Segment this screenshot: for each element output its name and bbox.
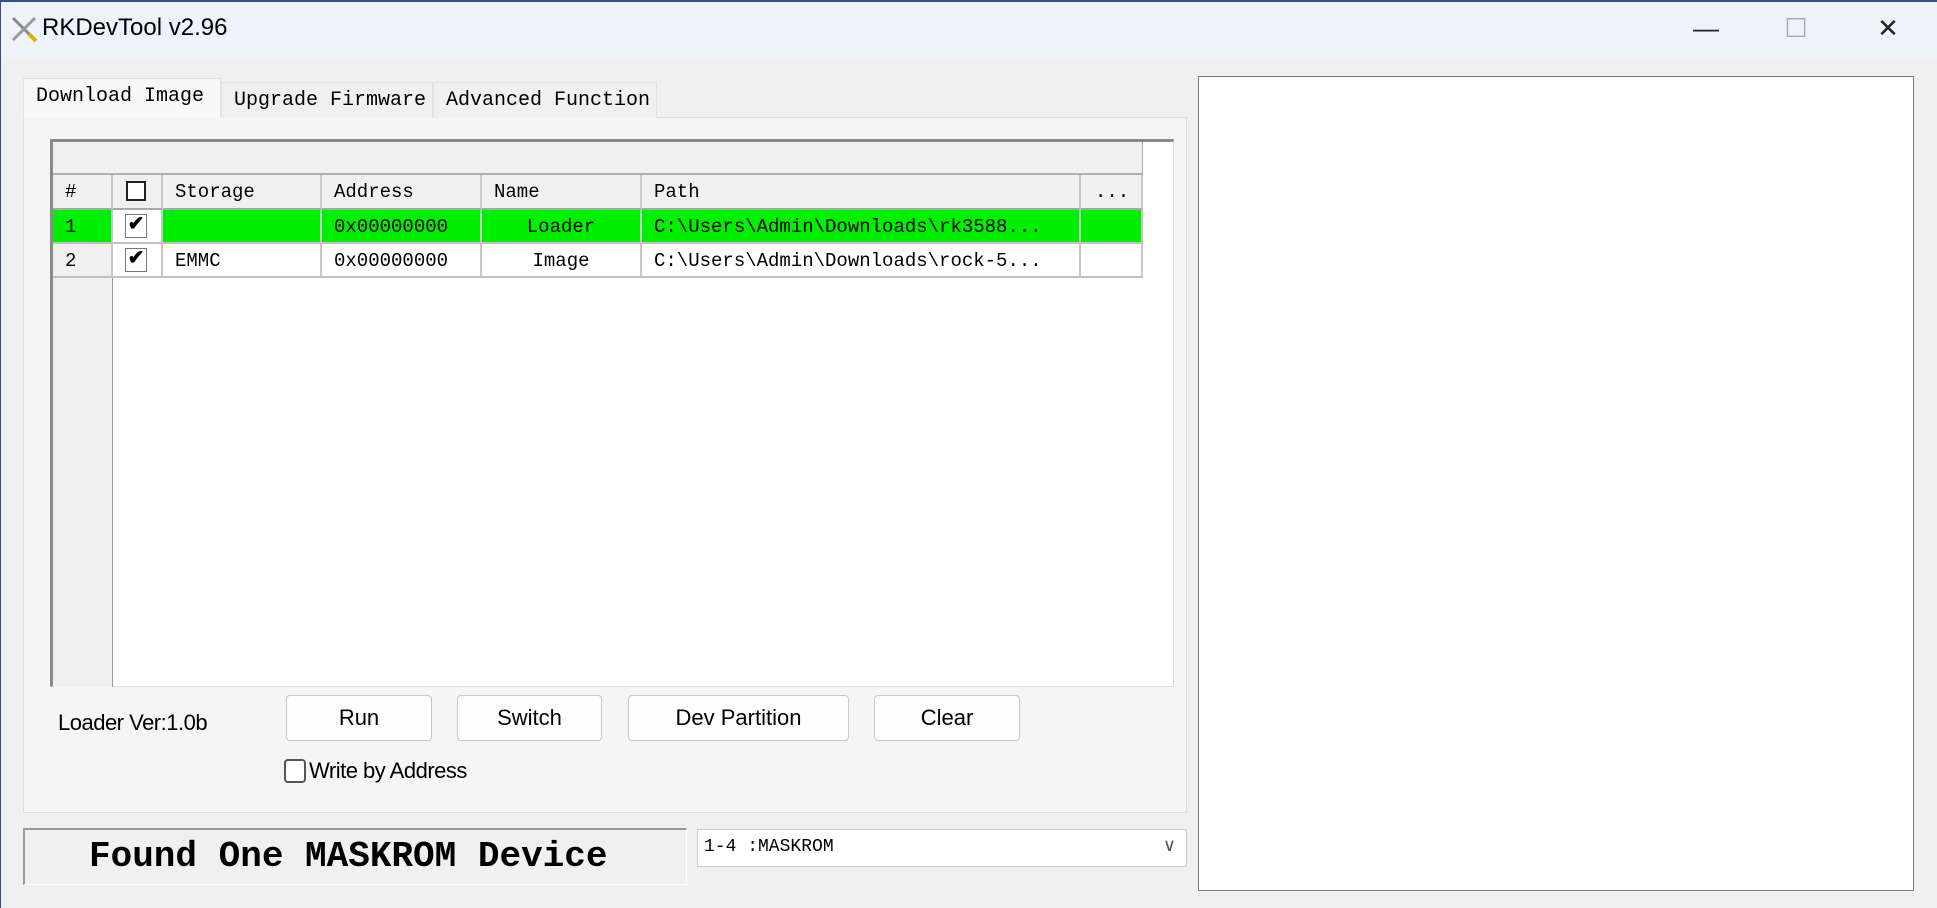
row-browse-button[interactable]	[1081, 244, 1143, 278]
column-header-name[interactable]: Name	[482, 175, 642, 210]
select-all-checkbox[interactable]	[126, 181, 146, 201]
maximize-icon[interactable]: ☐	[1771, 10, 1821, 46]
row-name: Loader	[482, 210, 642, 244]
status-message: Found One MASKROM Device	[23, 828, 687, 885]
loader-version: Loader Ver:1.0b	[58, 710, 208, 735]
column-header-storage[interactable]: Storage	[163, 175, 322, 210]
column-header-more[interactable]: ...	[1081, 175, 1143, 210]
table-top-bar	[53, 142, 1143, 175]
image-table: # Storage Address Name Path ... 1 ✔ 0x00…	[50, 139, 1174, 687]
title-bar: RKDevTool v2.96 — ☐ ✕	[1, 2, 1937, 58]
column-header-address[interactable]: Address	[322, 175, 482, 210]
log-panel[interactable]	[1198, 76, 1914, 891]
close-icon[interactable]: ✕	[1863, 10, 1913, 46]
write-by-address-label: Write by Address	[309, 758, 467, 783]
row-checkbox[interactable]: ✔	[125, 248, 147, 272]
row-path[interactable]: C:\Users\Admin\Downloads\rk3588...	[642, 210, 1081, 244]
row-checkbox[interactable]: ✔	[125, 214, 147, 238]
row-select-cell[interactable]: ✔	[113, 210, 163, 244]
tools-icon	[11, 16, 38, 43]
row-storage: EMMC	[163, 244, 322, 278]
clear-button[interactable]: Clear	[874, 695, 1020, 741]
column-header-number[interactable]: #	[53, 175, 113, 210]
tab-advanced-function[interactable]: Advanced Function	[433, 82, 657, 118]
row-number: 1	[53, 210, 113, 244]
chevron-down-icon[interactable]: ∨	[1163, 830, 1176, 864]
row-path[interactable]: C:\Users\Admin\Downloads\rock-5...	[642, 244, 1081, 278]
write-by-address-option[interactable]: Write by Address	[284, 758, 467, 784]
switch-button[interactable]: Switch	[457, 695, 602, 741]
row-browse-button[interactable]	[1081, 210, 1143, 244]
tab-upgrade-firmware[interactable]: Upgrade Firmware	[221, 82, 433, 118]
device-select-value: 1-4 :MASKROM	[704, 837, 834, 857]
tab-download-image[interactable]: Download Image	[23, 78, 221, 118]
dev-partition-button[interactable]: Dev Partition	[628, 695, 849, 741]
row-address[interactable]: 0x00000000	[322, 210, 482, 244]
minimize-icon[interactable]: —	[1681, 10, 1731, 46]
column-header-select-all[interactable]	[113, 175, 163, 210]
device-select[interactable]: 1-4 :MASKROM ∨	[697, 829, 1187, 867]
run-button[interactable]: Run	[286, 695, 432, 741]
column-header-path[interactable]: Path	[642, 175, 1081, 210]
window-title: RKDevTool v2.96	[42, 14, 228, 41]
row-name: Image	[482, 244, 642, 278]
write-by-address-checkbox[interactable]	[284, 759, 306, 783]
row-number: 2	[53, 244, 113, 278]
row-address[interactable]: 0x00000000	[322, 244, 482, 278]
row-storage	[163, 210, 322, 244]
row-select-cell[interactable]: ✔	[113, 244, 163, 278]
